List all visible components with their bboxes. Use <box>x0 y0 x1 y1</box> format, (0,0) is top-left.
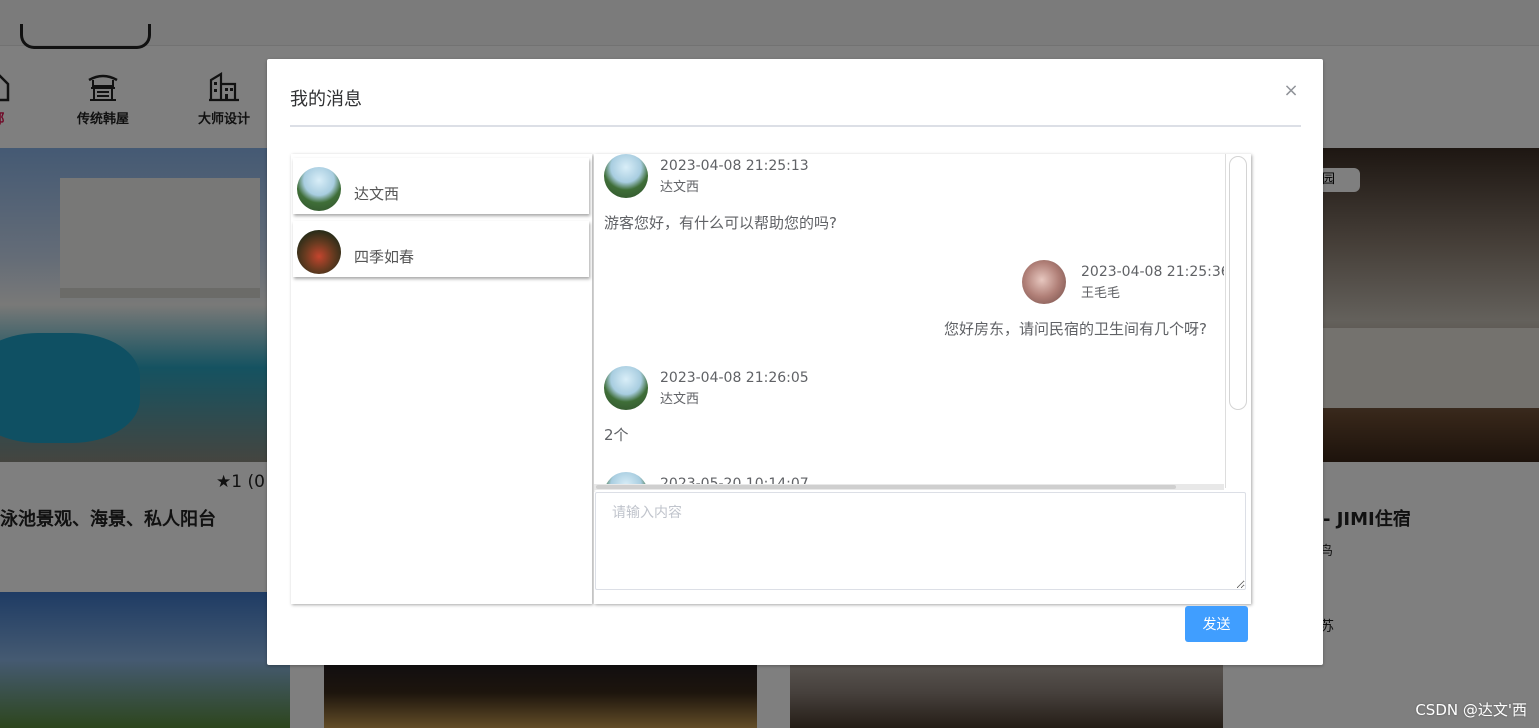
message-content: 您好房东，请问民宿的卫生间有几个呀? <box>944 320 1207 338</box>
dialog-title: 我的消息 <box>290 89 362 110</box>
contact-list: 达文西 四季如春 <box>291 154 592 604</box>
lake-avatar <box>297 167 341 211</box>
message-input-area <box>594 492 1249 604</box>
user-avatar <box>1022 260 1066 304</box>
message-time: 2023-04-08 21:25:13 <box>660 158 809 174</box>
message-sender: 达文西 <box>660 180 700 195</box>
lake-avatar <box>604 154 648 198</box>
message-item: 2023-04-08 21:26:05 达文西 2个 <box>594 366 1224 456</box>
horizontal-scrollbar[interactable] <box>594 484 1224 490</box>
message-item: 2023-04-08 21:25:36 王毛毛 您好房东，请问民宿的卫生间有几个… <box>594 260 1224 350</box>
message-sender: 王毛毛 <box>1081 286 1121 301</box>
watermark: CSDN @达文'西 <box>1415 701 1527 719</box>
send-button[interactable]: 发送 <box>1185 606 1248 642</box>
lake-avatar <box>604 366 648 410</box>
chat-panel: 2023-04-08 21:25:13 达文西 游客您好，有什么可以帮助您的吗?… <box>594 154 1251 604</box>
contact-name: 达文西 <box>354 185 400 203</box>
message-input[interactable] <box>595 492 1246 590</box>
message-content: 2个 <box>604 426 629 444</box>
message-time: 2023-04-08 21:26:05 <box>660 370 809 386</box>
vertical-scrollbar[interactable] <box>1225 154 1249 488</box>
message-time: 2023-05-20 10:14:07 <box>660 476 809 484</box>
message-list[interactable]: 2023-04-08 21:25:13 达文西 游客您好，有什么可以帮助您的吗?… <box>594 154 1224 484</box>
dialog-divider <box>290 125 1301 127</box>
message-item: 2023-04-08 21:25:13 达文西 游客您好，有什么可以帮助您的吗? <box>594 154 1224 244</box>
message-content: 游客您好，有什么可以帮助您的吗? <box>604 214 837 232</box>
scrollbar-thumb[interactable] <box>596 485 1176 489</box>
message-item: 2023-05-20 10:14:07 <box>594 472 1224 484</box>
close-icon[interactable]: × <box>1281 81 1301 101</box>
lake-avatar <box>604 472 648 484</box>
contact-name: 四季如春 <box>354 248 415 266</box>
contact-item-sijiruchun[interactable]: 四季如春 <box>293 221 589 277</box>
contact-item-dawenxi[interactable]: 达文西 <box>293 158 589 214</box>
message-sender: 达文西 <box>660 392 700 407</box>
message-time: 2023-04-08 21:25:36 <box>1081 264 1224 280</box>
bird-avatar <box>297 230 341 274</box>
scrollbar-thumb[interactable] <box>1229 156 1247 410</box>
messages-dialog: 我的消息 × 达文西 四季如春 2023-04-08 21:25:13 达文西 … <box>267 59 1323 665</box>
